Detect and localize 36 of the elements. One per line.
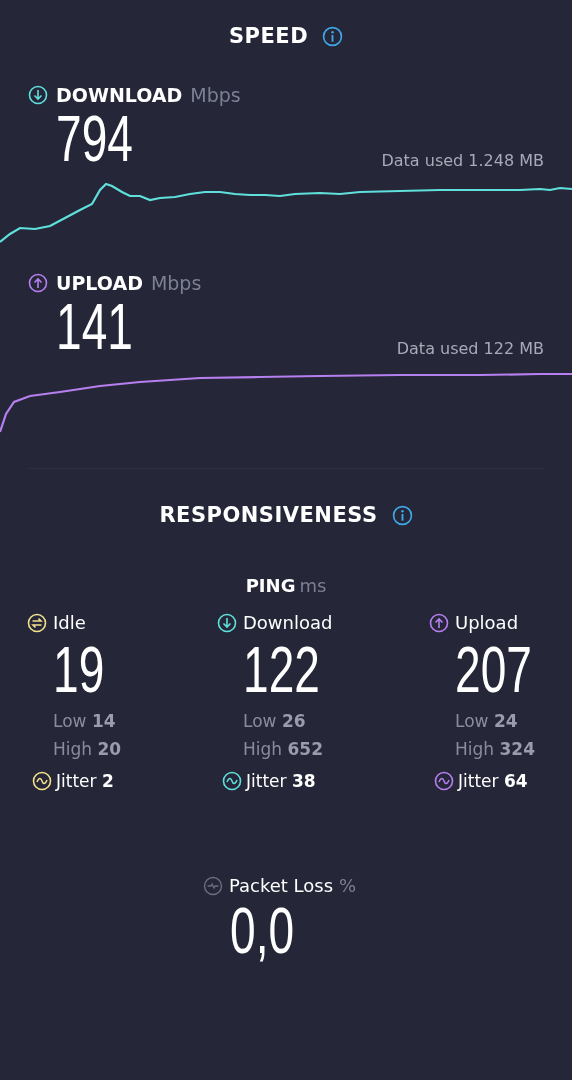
low-stat: Low 14 — [53, 711, 116, 731]
jitter-stat: Jitter 38 — [246, 771, 316, 791]
low-stat: Low 24 — [455, 711, 518, 731]
wave-icon — [222, 771, 242, 791]
wave-icon — [32, 771, 52, 791]
unit-label: Mbps — [150, 272, 202, 294]
wave-icon — [434, 771, 454, 791]
jitter-stat: Jitter 2 — [56, 771, 114, 791]
ping-type-label: Idle — [53, 612, 86, 633]
unit-label: Mbps — [190, 84, 241, 106]
high-stat: High 324 — [455, 739, 535, 759]
unit-label: % — [339, 875, 357, 896]
data-used-label: Data used 1.248 MB — [381, 151, 544, 172]
low-stat: Low 26 — [243, 711, 306, 731]
ping-value: 122 — [243, 637, 320, 703]
info-icon[interactable] — [391, 504, 413, 526]
ping-type-label: Download — [243, 612, 333, 633]
ping-type-label: Upload — [455, 612, 519, 633]
section-title: RESPONSIVENESS — [159, 503, 378, 527]
ping-value: 19 — [53, 637, 105, 703]
unit-label: ms — [299, 575, 327, 596]
data-used-label: Data used 122 MB — [396, 339, 544, 360]
info-icon[interactable] — [322, 25, 344, 47]
ping-label: PING — [245, 575, 296, 596]
speed-value: 794 — [56, 106, 133, 172]
high-stat: High 652 — [243, 739, 323, 759]
packet-loss-value: 0,0 — [230, 898, 295, 964]
speed-value: 141 — [56, 294, 133, 360]
pulse-icon — [203, 875, 223, 896]
high-stat: High 20 — [53, 739, 122, 759]
speed-label: DOWNLOAD — [56, 84, 183, 106]
ping-value: 207 — [455, 637, 532, 703]
section-title: SPEED — [228, 24, 309, 48]
packet-loss-label: Packet Loss — [229, 875, 334, 896]
speed-label: UPLOAD — [56, 272, 143, 294]
jitter-stat: Jitter 64 — [458, 771, 528, 791]
